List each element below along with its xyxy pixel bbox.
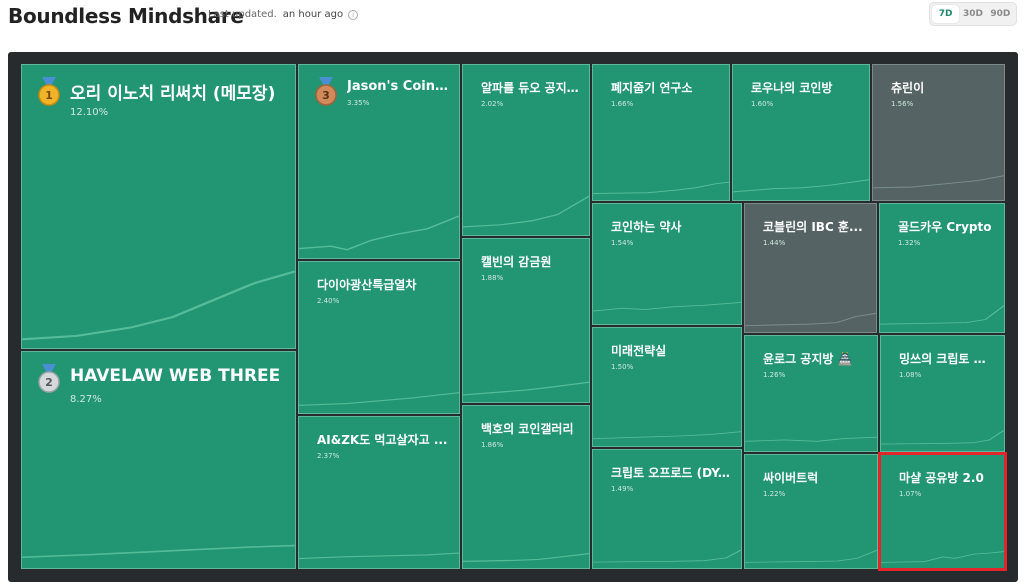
treemap-tile[interactable]: 크립토 오프로드 (DY... 1.49%	[592, 449, 742, 569]
sparkline	[22, 270, 295, 341]
svg-text:3: 3	[322, 89, 330, 102]
treemap-tile[interactable]: 로우나의 코인방 1.60%	[732, 64, 870, 201]
tile-name: 마샬 공유방 2.0	[899, 471, 984, 485]
treemap-tile[interactable]: 코인하는 약사 1.54%	[592, 203, 742, 325]
sparkline	[881, 551, 1004, 563]
tile-share: 1.32%	[898, 239, 921, 247]
treemap-tile[interactable]: AI&ZK도 먹고살자고 ... 2.37%	[298, 416, 460, 569]
last-updated-value: an hour ago	[282, 9, 344, 20]
sparkline	[593, 181, 729, 195]
tile-name: 밍쓰의 크립토 이...	[899, 352, 994, 366]
treemap-tile[interactable]: 다이아광산특급열차 2.40%	[298, 261, 460, 414]
tile-share: 1.26%	[763, 371, 786, 379]
sparkline	[299, 552, 459, 560]
tile-share: 1.22%	[763, 490, 786, 498]
tile-name: 싸이버트럭	[763, 471, 819, 485]
tile-share: 3.35%	[347, 99, 370, 107]
tile-share: 1.44%	[763, 239, 786, 247]
tile-name: 윤로그 공지방 🏯	[763, 352, 853, 366]
treemap-tile-highlighted[interactable]: 마샬 공유방 2.0 1.07%	[878, 452, 1007, 571]
treemap-tile[interactable]: 캘빈의 감금원 1.88%	[462, 238, 590, 403]
sparkline	[593, 431, 741, 440]
treemap-tile[interactable]: 백호의 코인갤러리 1.86%	[462, 405, 590, 569]
sparkline	[880, 305, 1004, 325]
treemap-tile[interactable]: 싸이버트럭 1.22%	[744, 454, 878, 569]
tab-90d[interactable]: 90D	[987, 5, 1014, 23]
tile-share: 1.50%	[611, 363, 634, 371]
tile-name: 알파를 듀오 공지...	[481, 81, 579, 95]
last-updated: Last updated. an hour ago i	[208, 9, 359, 20]
tile-share: 2.37%	[317, 452, 340, 460]
sparkline	[745, 436, 877, 442]
treemap-tile-rank-2[interactable]: 2 HAVELAW WEB THREE 8.27%	[21, 351, 296, 569]
sparkline	[745, 313, 876, 327]
tile-share: 8.27%	[70, 394, 102, 405]
bronze-medal-icon: 3	[315, 77, 337, 106]
sparkline	[733, 179, 869, 193]
tile-share: 2.40%	[317, 297, 340, 305]
silver-medal-icon: 2	[38, 364, 60, 393]
sparkline	[463, 381, 589, 396]
tile-share: 1.86%	[481, 441, 504, 449]
tile-name: 백호의 코인갤러리	[481, 422, 574, 436]
sparkline	[873, 175, 1004, 189]
treemap-tile[interactable]: 미래전략실 1.50%	[592, 327, 742, 447]
sparkline	[463, 195, 589, 228]
tile-share: 12.10%	[70, 107, 109, 118]
mindshare-treemap: 1 오리 이노치 리써치 (메모장) 12.10% 2 HAVELAW WEB …	[8, 52, 1018, 582]
sparkline	[22, 545, 295, 559]
tile-name: 코인하는 약사	[611, 220, 682, 234]
tile-share: 1.54%	[611, 239, 634, 247]
tile-share: 2.02%	[481, 100, 504, 108]
tile-name: 폐지줍기 연구소	[611, 81, 693, 95]
treemap-tile[interactable]: 알파를 듀오 공지... 2.02%	[462, 64, 590, 236]
tile-name: AI&ZK도 먹고살자고 ...	[317, 433, 448, 447]
sparkline	[593, 550, 741, 563]
sparkline	[881, 430, 1004, 445]
tile-share: 1.08%	[899, 371, 922, 379]
treemap-tile[interactable]: 골드카우 Crypto 1.32%	[879, 203, 1005, 333]
tile-name: 로우나의 코인방	[751, 81, 833, 95]
sparkline	[299, 392, 459, 407]
treemap-tile[interactable]: 츄린이 1.56%	[872, 64, 1005, 201]
tile-name: 골드카우 Crypto	[898, 220, 992, 234]
tile-name: 오리 이노치 리써치 (메모장)	[70, 84, 276, 104]
treemap-tile-rank-1[interactable]: 1 오리 이노치 리써치 (메모장) 12.10%	[21, 64, 296, 349]
tile-share: 1.66%	[611, 100, 634, 108]
svg-text:1: 1	[45, 89, 53, 102]
tile-name: 미래전략실	[611, 344, 667, 358]
svg-text:2: 2	[45, 376, 53, 389]
tab-7d[interactable]: 7D	[932, 5, 960, 23]
tile-name: Jason's Coin ...	[347, 79, 449, 94]
treemap-tile[interactable]: 밍쓰의 크립토 이... 1.08%	[880, 335, 1005, 452]
sparkline	[463, 552, 589, 562]
tile-name: 츄린이	[891, 81, 925, 95]
tile-name: 코블린의 IBC 훈...	[763, 220, 863, 234]
page-header: Boundless Mindshare Last updated. an hou…	[0, 0, 1024, 40]
tab-30d[interactable]: 30D	[959, 5, 986, 23]
info-icon[interactable]: i	[348, 9, 359, 20]
tile-name: 크립토 오프로드 (DY...	[611, 466, 731, 480]
tile-share: 1.56%	[891, 100, 914, 108]
gold-medal-icon: 1	[38, 77, 60, 106]
tile-share: 1.60%	[751, 100, 774, 108]
treemap-tile-rank-3[interactable]: 3 Jason's Coin ... 3.35%	[298, 64, 460, 259]
tile-share: 1.07%	[899, 490, 922, 498]
treemap-tile[interactable]: 윤로그 공지방 🏯 1.26%	[744, 335, 878, 452]
tile-name: 다이아광산특급열차	[317, 278, 417, 292]
tile-name: HAVELAW WEB THREE	[70, 366, 281, 386]
sparkline	[299, 215, 459, 251]
treemap-tile[interactable]: 폐지줍기 연구소 1.66%	[592, 64, 730, 201]
time-range-tabs: 7D 30D 90D	[929, 2, 1017, 26]
treemap-tile[interactable]: 코블린의 IBC 훈... 1.44%	[744, 203, 877, 333]
sparkline	[593, 301, 741, 312]
last-updated-label: Last updated.	[208, 9, 277, 20]
tile-share: 1.49%	[611, 485, 634, 493]
sparkline	[745, 550, 877, 563]
tile-name: 캘빈의 감금원	[481, 255, 552, 269]
tile-share: 1.88%	[481, 274, 504, 282]
